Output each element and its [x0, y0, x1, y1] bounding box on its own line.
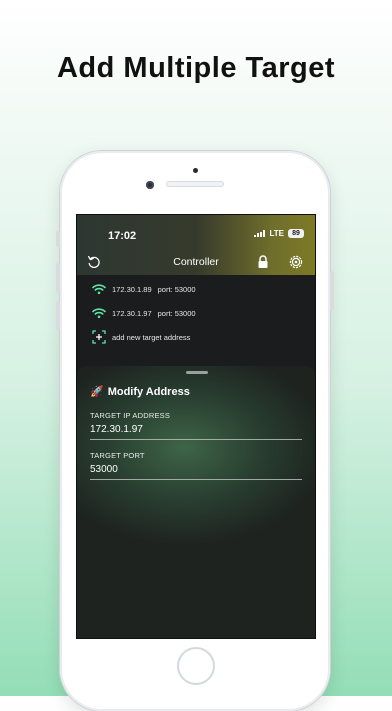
target-port: port: 53000 [157, 284, 196, 294]
target-ip: 172.30.1.97 [112, 308, 152, 318]
phone-volume-down [56, 301, 60, 331]
proximity-sensor [193, 168, 198, 173]
ip-field-underline [90, 439, 302, 440]
target-item[interactable]: 172.30.1.89 port: 53000 [77, 277, 315, 301]
status-indicators: LTE 89 [254, 229, 304, 238]
add-target-icon [91, 330, 106, 344]
rocket-icon: 🚀 [90, 386, 104, 398]
lock-icon[interactable] [255, 254, 271, 270]
port-field[interactable]: 53000 [90, 464, 118, 475]
home-button[interactable] [177, 647, 215, 685]
headline: Add Multiple Target [56, 52, 335, 84]
port-field-underline [90, 479, 302, 480]
wifi-icon [91, 307, 106, 319]
target-list: 172.30.1.89 port: 53000 172.30.1.97 port… [77, 277, 315, 349]
target-port: port: 53000 [157, 308, 196, 318]
add-target-button[interactable]: add new target address [77, 325, 315, 349]
target-ip: 172.30.1.89 [112, 284, 152, 294]
earpiece-speaker [166, 181, 224, 187]
cell-signal-icon [254, 230, 266, 237]
modify-address-sheet: 🚀 Modify Address TARGET IP ADDRESS 172.3… [77, 366, 315, 638]
sheet-title-text: Modify Address [107, 385, 190, 398]
phone-volume-up [56, 263, 60, 293]
phone-frame: 17:02 LTE 89 Controller 172.30.1.89 port… [56, 151, 334, 711]
sheet-drag-handle[interactable] [186, 371, 208, 374]
target-item[interactable]: 172.30.1.97 port: 53000 [77, 301, 315, 325]
front-camera [146, 181, 154, 189]
sheet-title: 🚀 Modify Address [90, 385, 190, 399]
network-type: LTE [269, 229, 284, 238]
top-bar: 17:02 LTE 89 Controller [77, 215, 315, 275]
battery-indicator: 89 [288, 229, 304, 238]
wifi-icon [91, 283, 106, 295]
ip-address-field[interactable]: 172.30.1.97 [90, 424, 143, 435]
add-target-label: add new target address [112, 332, 191, 342]
ip-field-label: TARGET IP ADDRESS [90, 411, 171, 420]
port-field-label: TARGET PORT [90, 451, 145, 460]
status-time: 17:02 [108, 230, 137, 242]
phone-side-button [56, 231, 60, 247]
app-screen: 17:02 LTE 89 Controller 172.30.1.89 port… [76, 214, 316, 639]
nav-title: Controller [173, 256, 219, 268]
settings-gear-icon[interactable] [288, 254, 304, 270]
phone-power-button [330, 271, 334, 311]
